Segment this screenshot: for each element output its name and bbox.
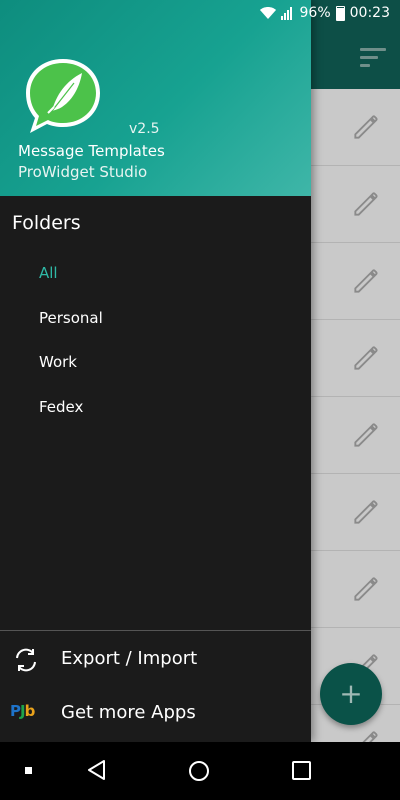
folder-fedex[interactable]: Fedex <box>39 398 83 416</box>
wifi-icon <box>259 7 276 19</box>
get-more-apps-label: Get more Apps <box>61 702 196 723</box>
edit-icon[interactable] <box>350 573 382 605</box>
edit-icon[interactable] <box>350 111 382 143</box>
folder-all[interactable]: All <box>39 264 58 282</box>
add-template-button[interactable]: + <box>320 663 382 725</box>
folders-heading: Folders <box>12 212 81 234</box>
folder-work[interactable]: Work <box>39 353 77 371</box>
edit-icon[interactable] <box>350 342 382 374</box>
sync-icon <box>16 648 36 672</box>
export-import-label: Export / Import <box>61 648 198 669</box>
folder-personal[interactable]: Personal <box>39 309 103 327</box>
apps-icon: PJb <box>10 702 35 720</box>
app-logo-icon <box>26 59 100 133</box>
edit-icon[interactable] <box>350 496 382 528</box>
get-more-apps-item[interactable]: PJb Get more Apps <box>0 688 311 742</box>
navigation-drawer: v2.5 Message Templates ProWidget Studio … <box>0 0 311 742</box>
signal-icon <box>280 7 292 20</box>
drawer-header: v2.5 Message Templates ProWidget Studio <box>0 0 311 196</box>
back-icon[interactable] <box>86 759 108 781</box>
developer-name: ProWidget Studio <box>18 163 148 181</box>
edit-icon[interactable] <box>350 265 382 297</box>
battery-icon <box>335 5 345 21</box>
battery-percent: 96% <box>299 5 331 21</box>
edit-icon[interactable] <box>350 188 382 220</box>
status-bar: 96% 00:23 <box>0 0 400 28</box>
nav-dot-icon[interactable] <box>25 767 32 774</box>
drawer-divider <box>0 630 311 631</box>
recent-apps-icon[interactable] <box>292 761 311 780</box>
export-import-item[interactable]: Export / Import <box>0 634 311 688</box>
edit-icon[interactable] <box>350 419 382 451</box>
clock: 00:23 <box>349 5 390 21</box>
app-version: v2.5 <box>129 121 160 137</box>
app-name: Message Templates <box>18 142 165 160</box>
sort-icon[interactable] <box>360 48 386 68</box>
home-icon[interactable] <box>189 761 209 781</box>
